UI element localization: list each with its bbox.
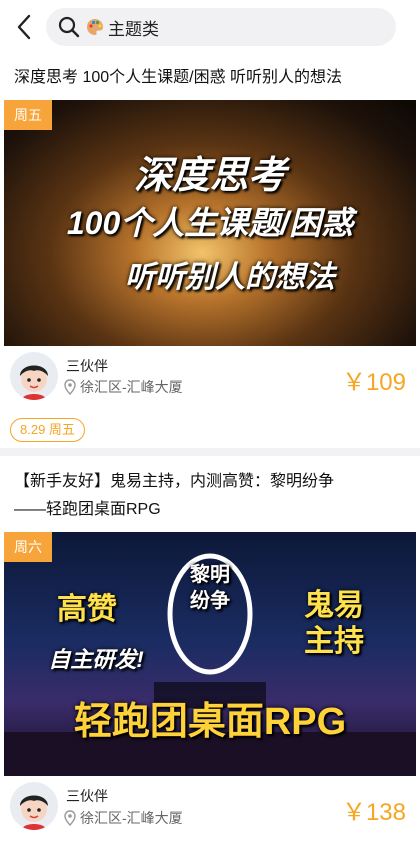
banner-host: 鬼易主持	[304, 589, 364, 658]
banner-praise: 高赞	[57, 593, 117, 626]
host-name: 三伙伴	[66, 788, 108, 804]
event-address: 徐汇区-汇峰大厦	[64, 377, 183, 397]
event-banner[interactable]: 周五 深度思考 100个人生课题/困惑 听听别人的想法	[4, 100, 416, 346]
card-divider	[0, 448, 420, 456]
event-title: 深度思考 100个人生课题/困惑 听听别人的想法	[14, 69, 343, 86]
event-address: 徐汇区-汇峰大厦	[64, 808, 183, 828]
host-avatar[interactable]	[10, 782, 58, 830]
event-title: 【新手友好】鬼易主持，内测高赞：黎明纷争 ——轻跑团桌面RPG	[14, 468, 410, 524]
event-card[interactable]: 深度思考 100个人生课题/困惑 听听别人的想法 周五 深度思考 100个人生课…	[0, 56, 420, 446]
day-badge: 周五	[4, 100, 52, 130]
event-title-line-2: ——轻跑团桌面RPG	[14, 501, 161, 518]
event-title-line-1: 【新手友好】鬼易主持，内测高赞：黎明纷争	[14, 473, 335, 490]
address-text: 徐汇区-汇峰大厦	[80, 379, 183, 395]
location-pin-icon	[64, 379, 76, 395]
banner-line-1: 深度思考	[133, 155, 286, 197]
banner-rpg: 轻跑团桌面RPG	[73, 701, 347, 743]
search-query-text: 主题类	[108, 19, 159, 39]
host-name: 三伙伴	[66, 358, 108, 374]
palette-icon	[87, 19, 103, 35]
chevron-left-icon	[17, 14, 31, 40]
search-query: 主题类	[86, 15, 159, 40]
banner-self-developed: 自主研发!	[48, 647, 144, 672]
event-card[interactable]: 【新手友好】鬼易主持，内测高赞：黎明纷争 ——轻跑团桌面RPG 周六 高赞 自主…	[0, 456, 420, 845]
banner-line-3: 听听别人的想法	[125, 261, 335, 294]
location-pin-icon	[64, 810, 76, 826]
search-icon	[58, 16, 80, 38]
address-text: 徐汇区-汇峰大厦	[80, 810, 183, 826]
search-box[interactable]: 主题类	[46, 8, 396, 46]
back-button[interactable]	[10, 12, 38, 42]
banner-line-2: 100个人生课题/困惑	[66, 205, 354, 241]
event-price: ￥109	[341, 369, 406, 396]
event-banner[interactable]: 周六 高赞 自主研发! 黎明纷争 鬼易主持 轻跑团桌面RPG	[4, 532, 416, 776]
date-chip: 8.29 周五	[10, 418, 85, 442]
event-price: ￥138	[341, 799, 406, 826]
host-avatar[interactable]	[10, 352, 58, 400]
banner-game-title: 黎明纷争	[190, 564, 230, 612]
top-bar: 主题类	[0, 0, 420, 56]
